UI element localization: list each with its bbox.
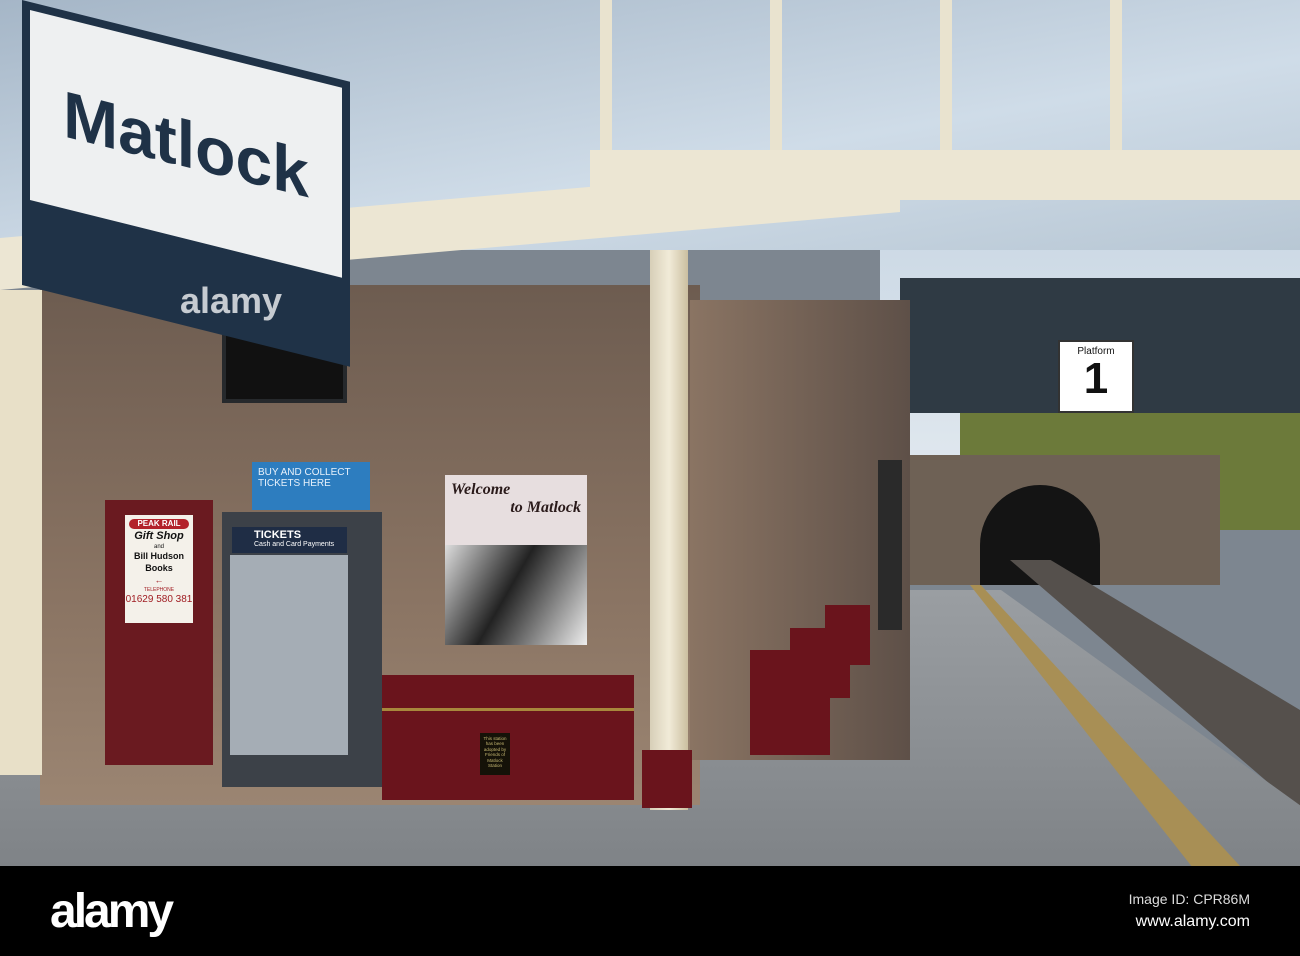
planter-stripe: [382, 708, 634, 711]
site-url[interactable]: www.alamy.com: [1136, 913, 1250, 931]
line: and: [153, 543, 164, 550]
ticket-machine-panel[interactable]: [230, 555, 348, 755]
planter: [825, 605, 870, 665]
alamy-logo: alamy: [50, 885, 174, 938]
platform-number: 1: [1083, 354, 1109, 403]
line: Bill Hudson: [134, 551, 184, 562]
steam-engine-mural: [445, 545, 587, 645]
roof-rib: [600, 0, 612, 170]
buy-tickets-sign: BUY AND COLLECT TICKETS HERE: [252, 462, 370, 510]
tvm-title: TICKETS: [254, 529, 302, 541]
line: Gift Shop: [134, 530, 184, 543]
pillar-base: [642, 750, 692, 808]
platform-post: [878, 460, 902, 630]
station-photo: PEAK RAIL Gift Shop and Bill Hudson Book…: [0, 0, 1300, 866]
arrow-left-icon: ←: [154, 574, 164, 585]
roof-rib: [1110, 0, 1122, 170]
platform-number-sign: Platform 1: [1058, 340, 1134, 413]
line: Books: [145, 563, 173, 574]
gift-shop-sign: PEAK RAIL Gift Shop and Bill Hudson Book…: [125, 515, 193, 623]
left-column: [0, 290, 42, 775]
footer-bar: alamy Image ID: CPR86M www.alamy.com: [0, 866, 1300, 956]
brand: PEAK RAIL: [129, 519, 189, 530]
cast-iron-pillar: [650, 250, 688, 810]
image-id: Image ID: CPR86M: [1128, 891, 1250, 907]
adoption-plaque: This station has been adopted by Friends…: [480, 733, 510, 775]
welcome-line: to Matlock: [510, 498, 581, 516]
watermark: alamy: [180, 280, 283, 321]
tvm-subtitle: Cash and Card Payments: [254, 541, 335, 548]
welcome-sign: Welcome to Matlock: [445, 475, 587, 545]
phone: 01629 580 381: [125, 594, 193, 606]
welcome-line: Welcome: [451, 481, 511, 498]
ticket-machine-header: TICKETS Cash and Card Payments: [232, 527, 347, 553]
